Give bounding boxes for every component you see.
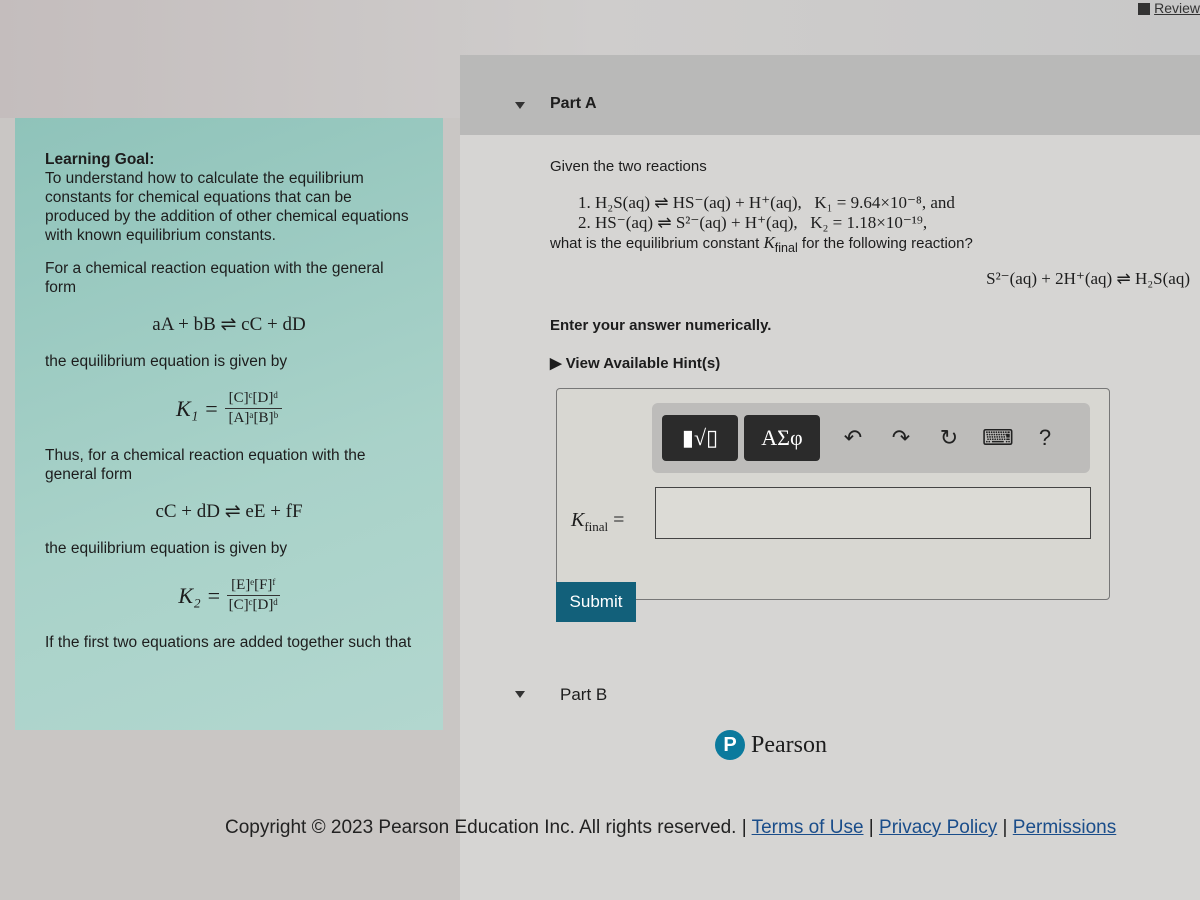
templates-button[interactable]: ▮√▯	[662, 415, 738, 461]
k1-label: K₁ =	[176, 396, 219, 421]
k-symbol: K	[763, 233, 775, 252]
instruction: Enter your answer numerically.	[550, 317, 772, 334]
pearson-p-icon: P	[715, 730, 745, 760]
expand-triangle-icon[interactable]	[515, 691, 525, 698]
target-reaction: S²⁻(aq) + 2H⁺(aq) ⇌ H₂S(aq)	[986, 269, 1190, 288]
undo-icon[interactable]: ↶	[838, 425, 868, 451]
general-equation-2: cC + dD ⇌ eE + fF	[155, 501, 303, 522]
brand-name: Pearson	[751, 731, 827, 758]
footer: Copyright © 2023 Pearson Education Inc. …	[225, 817, 1117, 838]
paragraph: the equilibrium equation is given by	[45, 540, 288, 557]
k1-value: K₁ = 9.64×10⁻⁸, and	[814, 193, 955, 212]
paragraph: Thus, for a chemical reaction equation w…	[45, 447, 366, 483]
part-a-title[interactable]: Part A	[550, 95, 597, 113]
general-equation-1: aA + bB ⇌ cC + dD	[152, 314, 306, 335]
reaction-2: 2. HS⁻(aq) ⇌ S²⁻(aq) + H⁺(aq), K₂ = 1.18…	[550, 213, 1190, 233]
k1-denominator: [A]ᵃ[B]ᵇ	[228, 410, 279, 426]
pearson-logo: P Pearson	[715, 730, 827, 760]
k1-formula: K₁ = [C]ᶜ[D]ᵈ [A]ᵃ[B]ᵇ	[45, 389, 413, 428]
answer-label: Kfinal =	[571, 509, 624, 535]
part-a-header[interactable]: Part A	[460, 55, 1200, 135]
k2-label: K₂ =	[178, 583, 222, 608]
caret-right-icon: ▶	[550, 355, 566, 372]
k-subscript: final	[584, 519, 609, 534]
review-label: Review	[1154, 0, 1200, 16]
redo-icon[interactable]: ↷	[886, 425, 916, 451]
question-area: Part A Given the two reactions 1. H₂S(aq…	[460, 55, 1200, 900]
submit-button[interactable]: Submit	[556, 582, 636, 622]
review-icon	[1138, 3, 1151, 16]
collapse-triangle-icon[interactable]	[515, 102, 525, 109]
learning-goal-title: Learning Goal:	[45, 151, 155, 168]
paragraph: For a chemical reaction equation with th…	[45, 260, 384, 296]
prompt-text: for the following reaction?	[797, 235, 973, 252]
reaction-1-equation: 1. H₂S(aq) ⇌ HS⁻(aq) + H⁺(aq),	[578, 193, 802, 212]
keyboard-icon[interactable]: ⌨	[982, 425, 1014, 451]
reaction-1: 1. H₂S(aq) ⇌ HS⁻(aq) + H⁺(aq), K₁ = 9.64…	[550, 193, 1190, 213]
hints-toggle[interactable]: ▶ View Available Hint(s)	[550, 354, 1190, 372]
copyright: Copyright © 2023 Pearson Education Inc. …	[225, 817, 752, 838]
privacy-link[interactable]: Privacy Policy	[879, 817, 997, 838]
k2-numerator: [E]ᵉ[F]ᶠ	[227, 576, 280, 596]
greek-symbols-button[interactable]: ΑΣφ	[744, 415, 820, 461]
question-intro: Given the two reactions	[550, 158, 707, 175]
paragraph: If the first two equations are added tog…	[45, 634, 412, 651]
prompt-text: what is the equilibrium constant	[550, 235, 764, 252]
help-icon[interactable]: ?	[1030, 425, 1060, 451]
question-text: Given the two reactions 1. H₂S(aq) ⇌ HS⁻…	[550, 158, 1190, 372]
kfinal-input[interactable]	[655, 487, 1091, 539]
learning-goal-panel: Learning Goal: To understand how to calc…	[15, 118, 443, 730]
permissions-link[interactable]: Permissions	[1013, 817, 1116, 838]
question-prompt: what is the equilibrium constant Kfinal …	[550, 233, 1190, 255]
k2-denominator: [C]ᶜ[D]ᵈ	[228, 597, 278, 613]
answer-box: ▮√▯ ΑΣφ ↶ ↷ ↻ ⌨ ? Kfinal =	[556, 388, 1110, 600]
reset-icon[interactable]: ↻	[934, 425, 964, 451]
paragraph: the equilibrium equation is given by	[45, 353, 288, 370]
k1-numerator: [C]ᶜ[D]ᵈ	[224, 389, 282, 409]
equals: =	[608, 509, 625, 531]
k-subscript: final	[774, 241, 798, 255]
learning-goal-text: To understand how to calculate the equil…	[45, 170, 409, 244]
math-toolbar: ▮√▯ ΑΣφ ↶ ↷ ↻ ⌨ ?	[652, 403, 1090, 473]
hints-label: View Available Hint(s)	[565, 355, 721, 372]
k-symbol: K	[571, 509, 585, 531]
k2-formula: K₂ = [E]ᵉ[F]ᶠ [C]ᶜ[D]ᵈ	[45, 576, 413, 615]
part-b-title[interactable]: Part B	[560, 685, 607, 705]
reaction-2-equation: 2. HS⁻(aq) ⇌ S²⁻(aq) + H⁺(aq),	[578, 213, 798, 232]
k2-value: K₂ = 1.18×10⁻¹⁹,	[810, 213, 928, 232]
review-link[interactable]: Review	[1138, 0, 1200, 16]
terms-link[interactable]: Terms of Use	[752, 817, 864, 838]
